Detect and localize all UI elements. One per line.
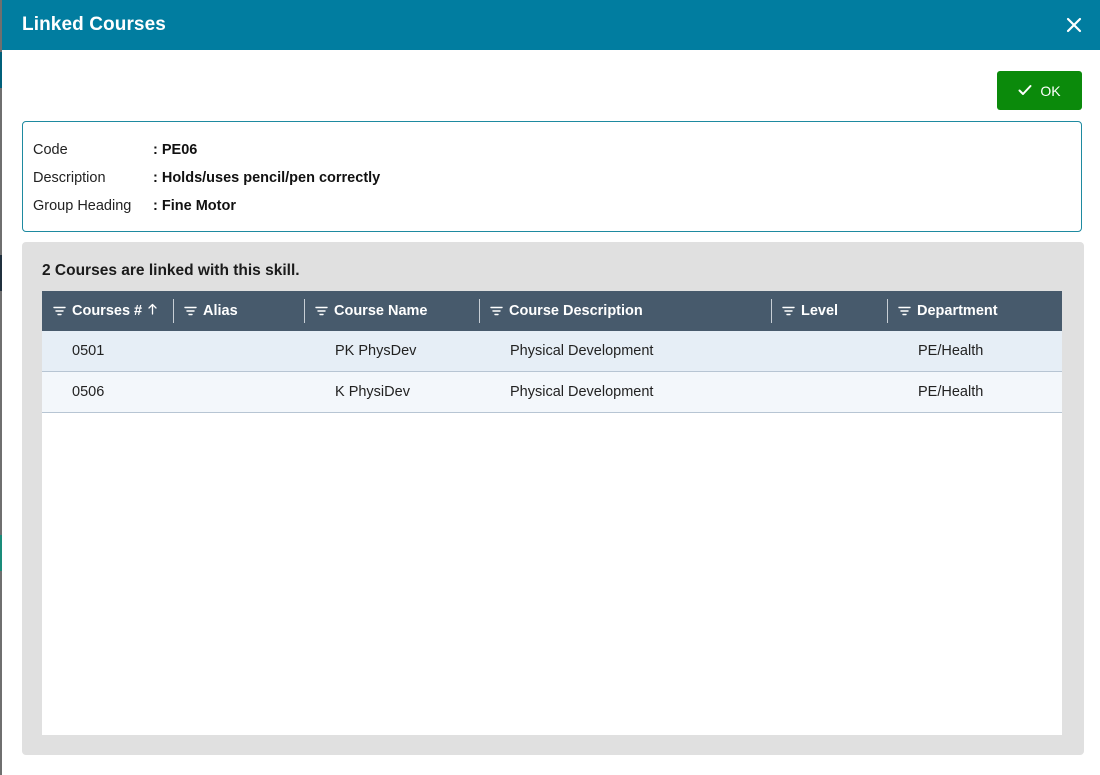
- skill-group-heading-value: : Fine Motor: [153, 198, 236, 214]
- cell-course-name: PK PhysDev: [335, 343, 417, 359]
- skill-group-heading-row: Group Heading : Fine Motor: [33, 192, 1071, 220]
- checkmark-icon: [1018, 83, 1032, 99]
- column-header-course-name[interactable]: Course Name: [304, 291, 479, 331]
- cell-course-description: Physical Development: [510, 384, 654, 400]
- filter-icon[interactable]: [782, 306, 795, 316]
- filter-icon[interactable]: [490, 306, 503, 316]
- column-label-department: Department: [917, 303, 998, 319]
- skill-group-heading-label: Group Heading: [33, 198, 132, 214]
- skill-description-label: Description: [33, 170, 106, 186]
- courses-grid: Courses # Alias Course Name Course Descr…: [42, 291, 1062, 735]
- skill-description-value: : Holds/uses pencil/pen correctly: [153, 170, 381, 186]
- filter-icon[interactable]: [53, 306, 66, 316]
- filter-icon[interactable]: [898, 306, 911, 316]
- close-icon[interactable]: [1062, 13, 1086, 37]
- column-header-level[interactable]: Level: [771, 291, 887, 331]
- cell-course-name: K PhysiDev: [335, 384, 410, 400]
- linked-courses-dialog: Linked Courses OK Code : PE06 Descriptio…: [2, 0, 1100, 775]
- column-label-level: Level: [801, 303, 839, 319]
- column-label-course-name: Course Name: [334, 303, 428, 319]
- skill-code-label: Code: [33, 142, 68, 158]
- sort-ascending-icon: [148, 303, 157, 319]
- filter-icon[interactable]: [184, 306, 197, 316]
- cell-department: PE/Health: [918, 384, 984, 400]
- column-header-alias[interactable]: Alias: [173, 291, 304, 331]
- cell-course-no: 0501: [72, 343, 105, 359]
- dialog-title-bar: Linked Courses: [2, 0, 1100, 50]
- table-row[interactable]: 0501 PK PhysDev Physical Development PE/…: [42, 331, 1062, 372]
- ok-button[interactable]: OK: [997, 71, 1082, 110]
- table-row[interactable]: 0506 K PhysiDev Physical Development PE/…: [42, 372, 1062, 413]
- skill-info-box: Code : PE06 Description : Holds/uses pen…: [22, 121, 1082, 232]
- cell-department: PE/Health: [918, 343, 984, 359]
- linked-courses-panel: 2 Courses are linked with this skill. Co…: [22, 242, 1084, 755]
- column-header-department[interactable]: Department: [887, 291, 1062, 331]
- column-label-alias: Alias: [203, 303, 238, 319]
- linked-courses-summary: 2 Courses are linked with this skill.: [42, 262, 300, 279]
- skill-description-row: Description : Holds/uses pencil/pen corr…: [33, 164, 1071, 192]
- column-header-course-no[interactable]: Courses #: [42, 291, 173, 331]
- skill-code-row: Code : PE06: [33, 136, 1071, 164]
- ok-button-label: OK: [1040, 82, 1061, 99]
- dialog-title: Linked Courses: [22, 14, 166, 35]
- skill-code-value: : PE06: [153, 142, 198, 158]
- column-label-course-description: Course Description: [509, 303, 643, 319]
- cell-course-no: 0506: [72, 384, 105, 400]
- grid-header: Courses # Alias Course Name Course Descr…: [42, 291, 1062, 331]
- filter-icon[interactable]: [315, 306, 328, 316]
- column-label-course-no: Courses #: [72, 303, 143, 319]
- column-header-course-description[interactable]: Course Description: [479, 291, 771, 331]
- cell-course-description: Physical Development: [510, 343, 654, 359]
